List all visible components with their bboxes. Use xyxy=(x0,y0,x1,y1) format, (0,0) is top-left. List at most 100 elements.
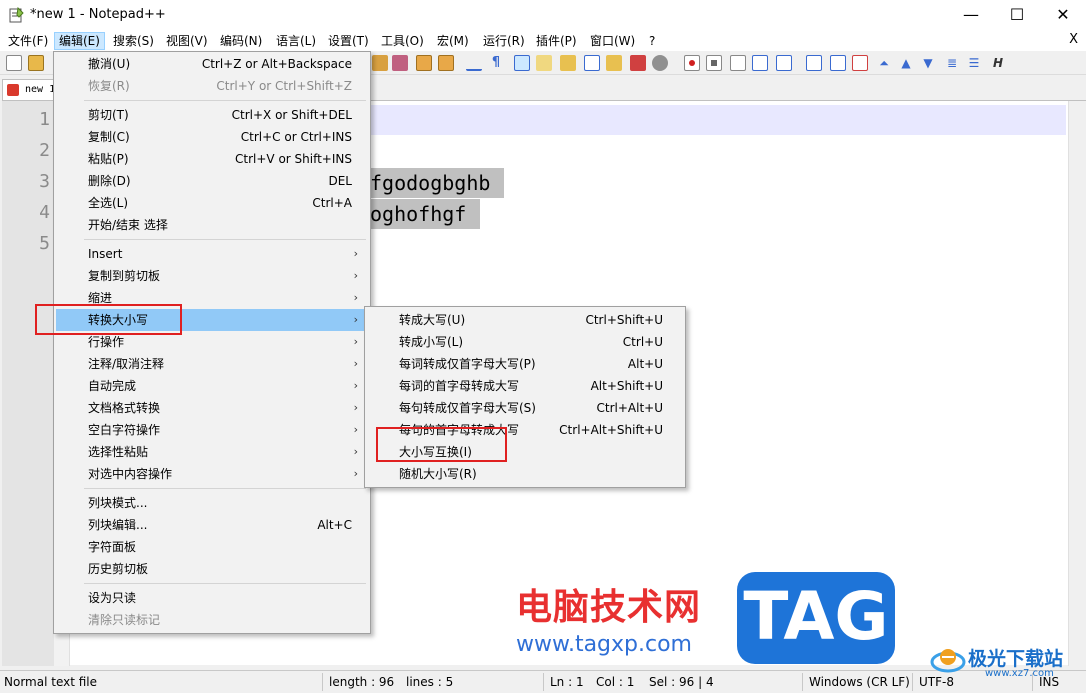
text-line-4: oghofhgf xyxy=(370,199,481,229)
line-number: 4 xyxy=(39,202,50,223)
watermark-url: www.tagxp.com xyxy=(516,632,692,657)
macro-play-multiple-icon[interactable] xyxy=(752,55,768,71)
menu-item-paste[interactable]: 粘贴(P) Ctrl+V or Shift+INS xyxy=(56,148,368,170)
panel-2-icon[interactable] xyxy=(830,55,846,71)
menu-item-blank-operations[interactable]: 空白字符操作 › xyxy=(56,419,368,441)
watermark-title: 电脑技术网 xyxy=(516,587,702,628)
prev-icon[interactable]: ▲ xyxy=(898,55,914,71)
monitoring-icon[interactable] xyxy=(630,55,646,71)
fold-all-icon[interactable]: ⏶ xyxy=(876,55,892,71)
close-window-button[interactable]: ✕ xyxy=(1040,0,1086,30)
menu-run[interactable]: 运行(R) xyxy=(479,32,529,50)
menu-item-delete[interactable]: 删除(D) DEL xyxy=(56,170,368,192)
menu-item-proper-case-force[interactable]: 每词转成仅首字母大写(P) Alt+U xyxy=(367,353,683,375)
menu-item-clipboard-history[interactable]: 历史剪切板 xyxy=(56,558,368,580)
next-icon[interactable]: ▼ xyxy=(920,55,936,71)
menu-item-paste-special[interactable]: 选择性粘贴 › xyxy=(56,441,368,463)
menu-item-random-case[interactable]: 随机大小写(R) xyxy=(367,463,683,485)
status-file-type: Normal text file xyxy=(4,675,98,689)
close-document-button[interactable]: X xyxy=(1069,32,1078,47)
menu-separator xyxy=(84,100,366,101)
menu-item-on-selection[interactable]: 对选中内容操作 › xyxy=(56,463,368,485)
watermark-site-name: 极光下载站 xyxy=(968,648,1064,670)
menu-edit[interactable]: 编辑(E) xyxy=(54,32,105,50)
menu-item-eol-conversion[interactable]: 文档格式转换 › xyxy=(56,397,368,419)
menu-macro[interactable]: 宏(M) xyxy=(433,32,473,50)
status-encoding[interactable]: UTF-8 xyxy=(919,675,954,689)
indent-guide-icon[interactable] xyxy=(514,55,530,71)
status-column: Col : 1 xyxy=(596,675,635,689)
doc-map-icon[interactable] xyxy=(560,55,576,71)
menu-item-lowercase[interactable]: 转成小写(L) Ctrl+U xyxy=(367,331,683,353)
status-eol[interactable]: Windows (CR LF) xyxy=(809,675,910,689)
define-language-icon[interactable] xyxy=(536,55,552,71)
menu-item-character-panel[interactable]: 字符面板 xyxy=(56,536,368,558)
menu-separator xyxy=(84,583,366,584)
record-macro-icon[interactable] xyxy=(652,55,668,71)
minimize-button[interactable]: — xyxy=(948,0,994,30)
macro-record-button-icon[interactable] xyxy=(684,55,700,71)
list-icon[interactable]: ☰ xyxy=(966,55,982,71)
macro-save-icon[interactable] xyxy=(776,55,792,71)
unsaved-file-icon xyxy=(7,84,19,96)
menu-item-autocomplete[interactable]: 自动完成 › xyxy=(56,375,368,397)
menu-item-uppercase[interactable]: 转成大写(U) Ctrl+Shift+U xyxy=(367,309,683,331)
menu-window[interactable]: 窗口(W) xyxy=(586,32,639,50)
edit-menu: 撤消(U) Ctrl+Z or Alt+Backspace 恢复(R) Ctrl+Y… xyxy=(53,51,371,634)
menu-plugins[interactable]: 插件(P) xyxy=(532,32,581,50)
maximize-button[interactable]: ☐ xyxy=(994,0,1040,30)
menu-item-sentence-case-force[interactable]: 每句转成仅首字母大写(S) Ctrl+Alt+U xyxy=(367,397,683,419)
line-number: 5 xyxy=(39,233,50,254)
zoom-out-icon[interactable] xyxy=(392,55,408,71)
menu-item-cut[interactable]: 剪切(T) Ctrl+X or Shift+DEL xyxy=(56,104,368,126)
menu-language[interactable]: 语言(L) xyxy=(272,32,320,50)
menu-bar: 文件(F) 编辑(E) 搜索(S) 视图(V) 编码(N) 语言(L) 设置(T… xyxy=(0,30,1086,51)
word-wrap-icon[interactable] xyxy=(466,55,482,71)
menu-item-select-all[interactable]: 全选(L) Ctrl+A xyxy=(56,192,368,214)
line-number: 1 xyxy=(39,109,50,130)
panel-3-icon[interactable] xyxy=(852,55,868,71)
vertical-scrollbar[interactable] xyxy=(1068,101,1086,666)
title-bar: *new 1 - Notepad++ — ☐ ✕ xyxy=(0,0,1086,30)
status-length: length : 96 xyxy=(329,675,395,689)
menu-item-copy[interactable]: 复制(C) Ctrl+C or Ctrl+INS xyxy=(56,126,368,148)
zoom-in-icon[interactable] xyxy=(372,55,388,71)
menu-file[interactable]: 文件(F) xyxy=(4,32,52,50)
line-number-gutter: 1 2 3 4 5 xyxy=(2,101,54,666)
status-separator xyxy=(543,673,544,691)
status-separator xyxy=(912,673,913,691)
menu-item-insert[interactable]: Insert › xyxy=(56,243,368,265)
watermark-site-url: www.xz7.com xyxy=(985,668,1054,679)
sync-vertical-icon[interactable] xyxy=(416,55,432,71)
menu-encoding[interactable]: 编码(N) xyxy=(216,32,266,50)
menu-item-clear-read-only: 清除只读标记 xyxy=(88,613,161,627)
menu-item-copy-to-clipboard[interactable]: 复制到剪切板 › xyxy=(56,265,368,287)
macro-play-icon[interactable] xyxy=(730,55,746,71)
folder-workspace-icon[interactable] xyxy=(606,55,622,71)
open-file-icon[interactable] xyxy=(28,55,44,71)
unfold-all-icon[interactable]: ≣ xyxy=(944,55,960,71)
sync-horizontal-icon[interactable] xyxy=(438,55,454,71)
menu-item-proper-case-blend[interactable]: 每词的首字母转成大写 Alt+Shift+U xyxy=(367,375,683,397)
menu-item-column-editor[interactable]: 列块编辑... Alt+C xyxy=(56,514,368,536)
menu-item-begin-end-select[interactable]: 开始/结束 选择 xyxy=(56,214,368,236)
macro-stop-icon[interactable] xyxy=(706,55,722,71)
menu-help[interactable]: ? xyxy=(645,32,659,50)
line-number: 3 xyxy=(39,171,50,192)
watermark-tag-logo: TAG xyxy=(737,572,895,664)
menu-item-comment[interactable]: 注释/取消注释 › xyxy=(56,353,368,375)
hex-icon[interactable]: H xyxy=(990,55,1006,71)
menu-item-column-mode[interactable]: 列块模式... xyxy=(56,492,368,514)
panel-1-icon[interactable] xyxy=(806,55,822,71)
show-all-chars-icon[interactable]: ¶ xyxy=(488,55,504,71)
menu-search[interactable]: 搜索(S) xyxy=(109,32,158,50)
annotation-box-invert-case xyxy=(376,427,507,462)
menu-view[interactable]: 视图(V) xyxy=(162,32,212,50)
menu-tools[interactable]: 工具(O) xyxy=(377,32,428,50)
new-file-icon[interactable] xyxy=(6,55,22,71)
line-number: 2 xyxy=(39,140,50,161)
menu-item-undo[interactable]: 撤消(U) Ctrl+Z or Alt+Backspace xyxy=(56,53,368,75)
menu-settings[interactable]: 设置(T) xyxy=(324,32,373,50)
function-list-icon[interactable] xyxy=(584,55,600,71)
menu-item-set-read-only[interactable]: 设为只读 xyxy=(56,587,368,609)
